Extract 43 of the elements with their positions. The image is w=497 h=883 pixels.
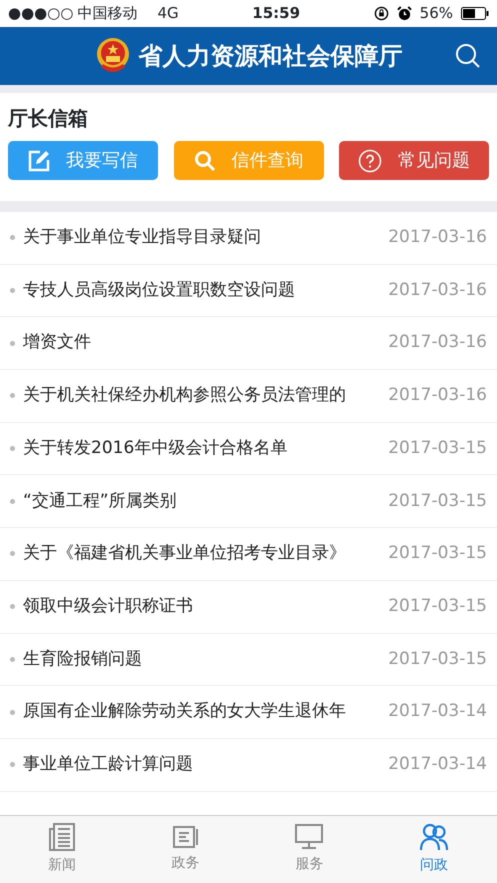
document-icon bbox=[172, 825, 199, 849]
letter-row[interactable]: 领取中级会计职称证书 2017-03-15 bbox=[0, 580, 497, 634]
letter-row[interactable]: 关于事业单位专业指导目录疑问 2017-03-16 bbox=[0, 212, 497, 265]
network-text: 4G bbox=[157, 3, 179, 24]
bullet-icon bbox=[10, 762, 15, 768]
bullet-icon bbox=[10, 446, 15, 452]
search-icon[interactable] bbox=[455, 43, 481, 69]
alarm-icon bbox=[396, 6, 412, 21]
tab-item[interactable]: 问政 bbox=[371, 816, 497, 883]
app-title: 省人力资源和社会保障厅 bbox=[138, 40, 402, 72]
letter-row[interactable]: 原国有企业解除劳动关系的女大学生退休年 2017-03-14 bbox=[0, 686, 497, 739]
newspaper-icon bbox=[48, 823, 75, 851]
carrier-text: 中国移动 bbox=[77, 3, 138, 24]
monitor-icon bbox=[295, 824, 324, 850]
bullet-icon bbox=[10, 288, 15, 294]
bullet-icon bbox=[10, 710, 15, 715]
bullet-icon bbox=[10, 235, 15, 240]
section-title: 厅长信箱 bbox=[6, 105, 89, 132]
edit-icon bbox=[28, 150, 50, 172]
help-button[interactable]: 常见问题 bbox=[339, 141, 489, 180]
letter-row[interactable]: 关于机关社保经办机构参照公务员法管理的 2017-03-16 bbox=[0, 370, 497, 423]
letter-row[interactable]: 事业单位工龄计算问题 2017-03-14 bbox=[0, 738, 497, 792]
bullet-icon bbox=[10, 551, 15, 556]
status-time: 15:59 bbox=[251, 3, 302, 24]
bullet-icon bbox=[10, 656, 15, 662]
letter-row[interactable]: 关于转发2016年中级会计合格名单 2017-03-15 bbox=[0, 422, 497, 476]
users-icon bbox=[419, 823, 450, 851]
battery-text: 56% bbox=[420, 3, 453, 24]
search-icon bbox=[194, 150, 216, 172]
question-icon bbox=[358, 148, 382, 172]
rotation-lock-icon bbox=[374, 6, 389, 21]
bullet-icon bbox=[10, 604, 15, 610]
battery-icon bbox=[461, 7, 489, 20]
letter-row[interactable]: 增资文件 2017-03-16 bbox=[0, 317, 497, 370]
emblem-icon bbox=[94, 37, 130, 75]
letter-row[interactable]: “交通工程”所属类别 2017-03-15 bbox=[0, 475, 497, 528]
letter-row[interactable]: 关于《福建省机关事业单位招考专业目录》 2017-03-15 bbox=[0, 528, 497, 581]
letter-row[interactable]: 生育险报销问题 2017-03-15 bbox=[0, 634, 497, 686]
letter-row[interactable]: 专技人员高级岗位设置职数空设问题 2017-03-16 bbox=[0, 264, 497, 318]
signal-text: ●●●○○ bbox=[8, 3, 74, 24]
bullet-icon bbox=[10, 393, 15, 398]
bullet-icon bbox=[10, 498, 15, 504]
bullet-icon bbox=[10, 340, 15, 346]
